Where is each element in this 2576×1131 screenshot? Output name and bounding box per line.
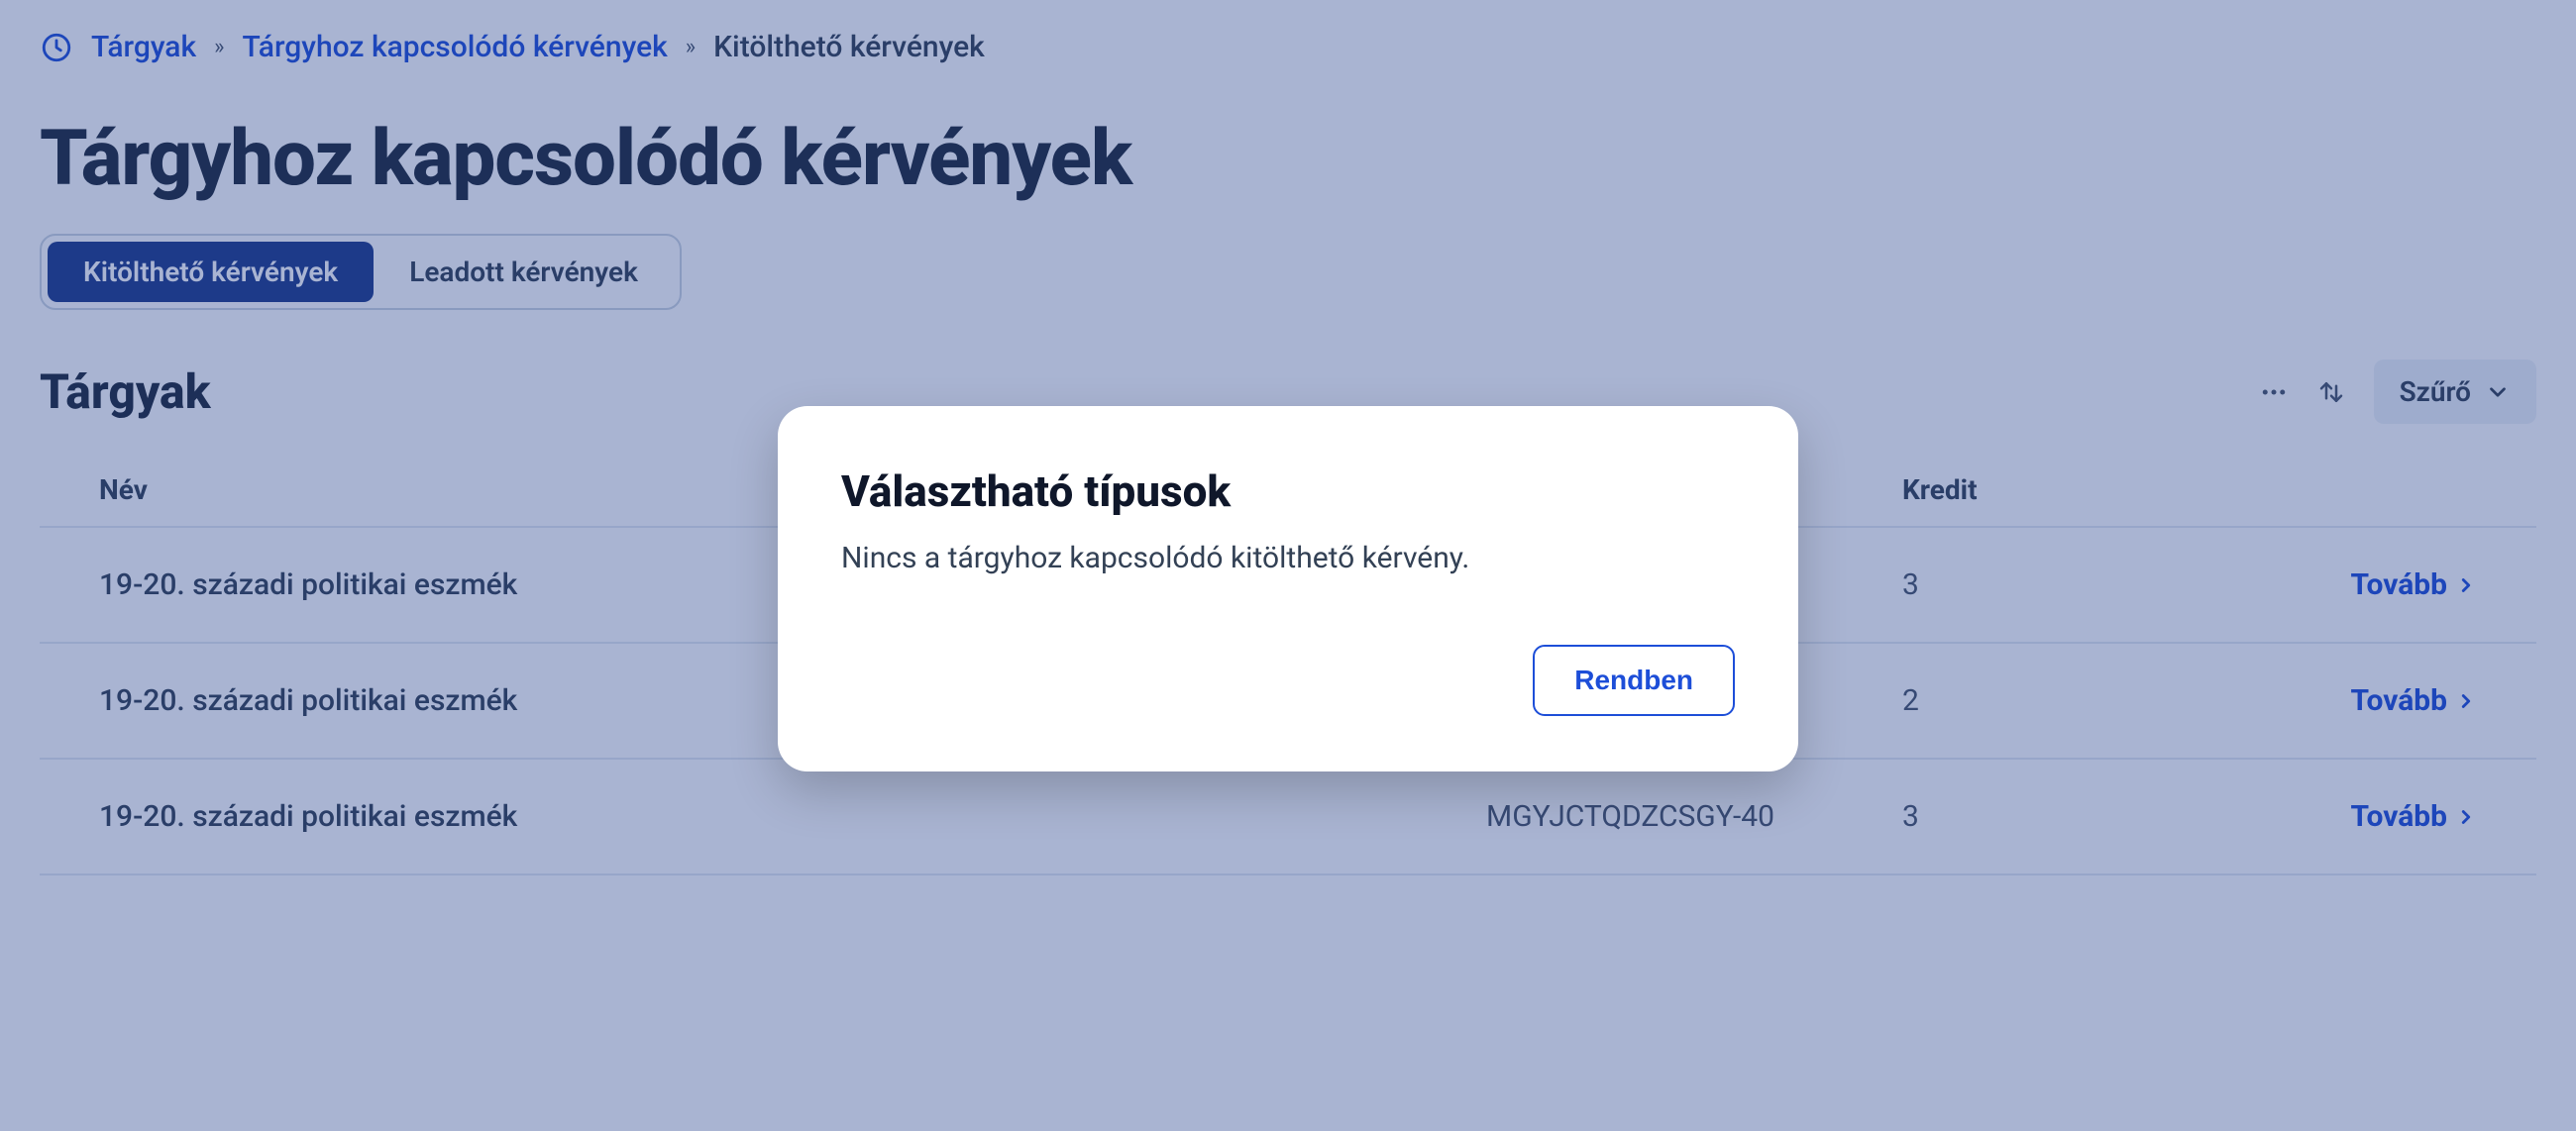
modal: Választható típusok Nincs a tárgyhoz kap… [778, 406, 1798, 771]
modal-footer: Rendben [841, 645, 1735, 716]
modal-title: Választható típusok [841, 465, 1735, 517]
modal-overlay[interactable]: Választható típusok Nincs a tárgyhoz kap… [0, 0, 2576, 1131]
ok-button[interactable]: Rendben [1533, 645, 1735, 716]
modal-body: Nincs a tárgyhoz kapcsolódó kitölthető k… [841, 541, 1735, 575]
